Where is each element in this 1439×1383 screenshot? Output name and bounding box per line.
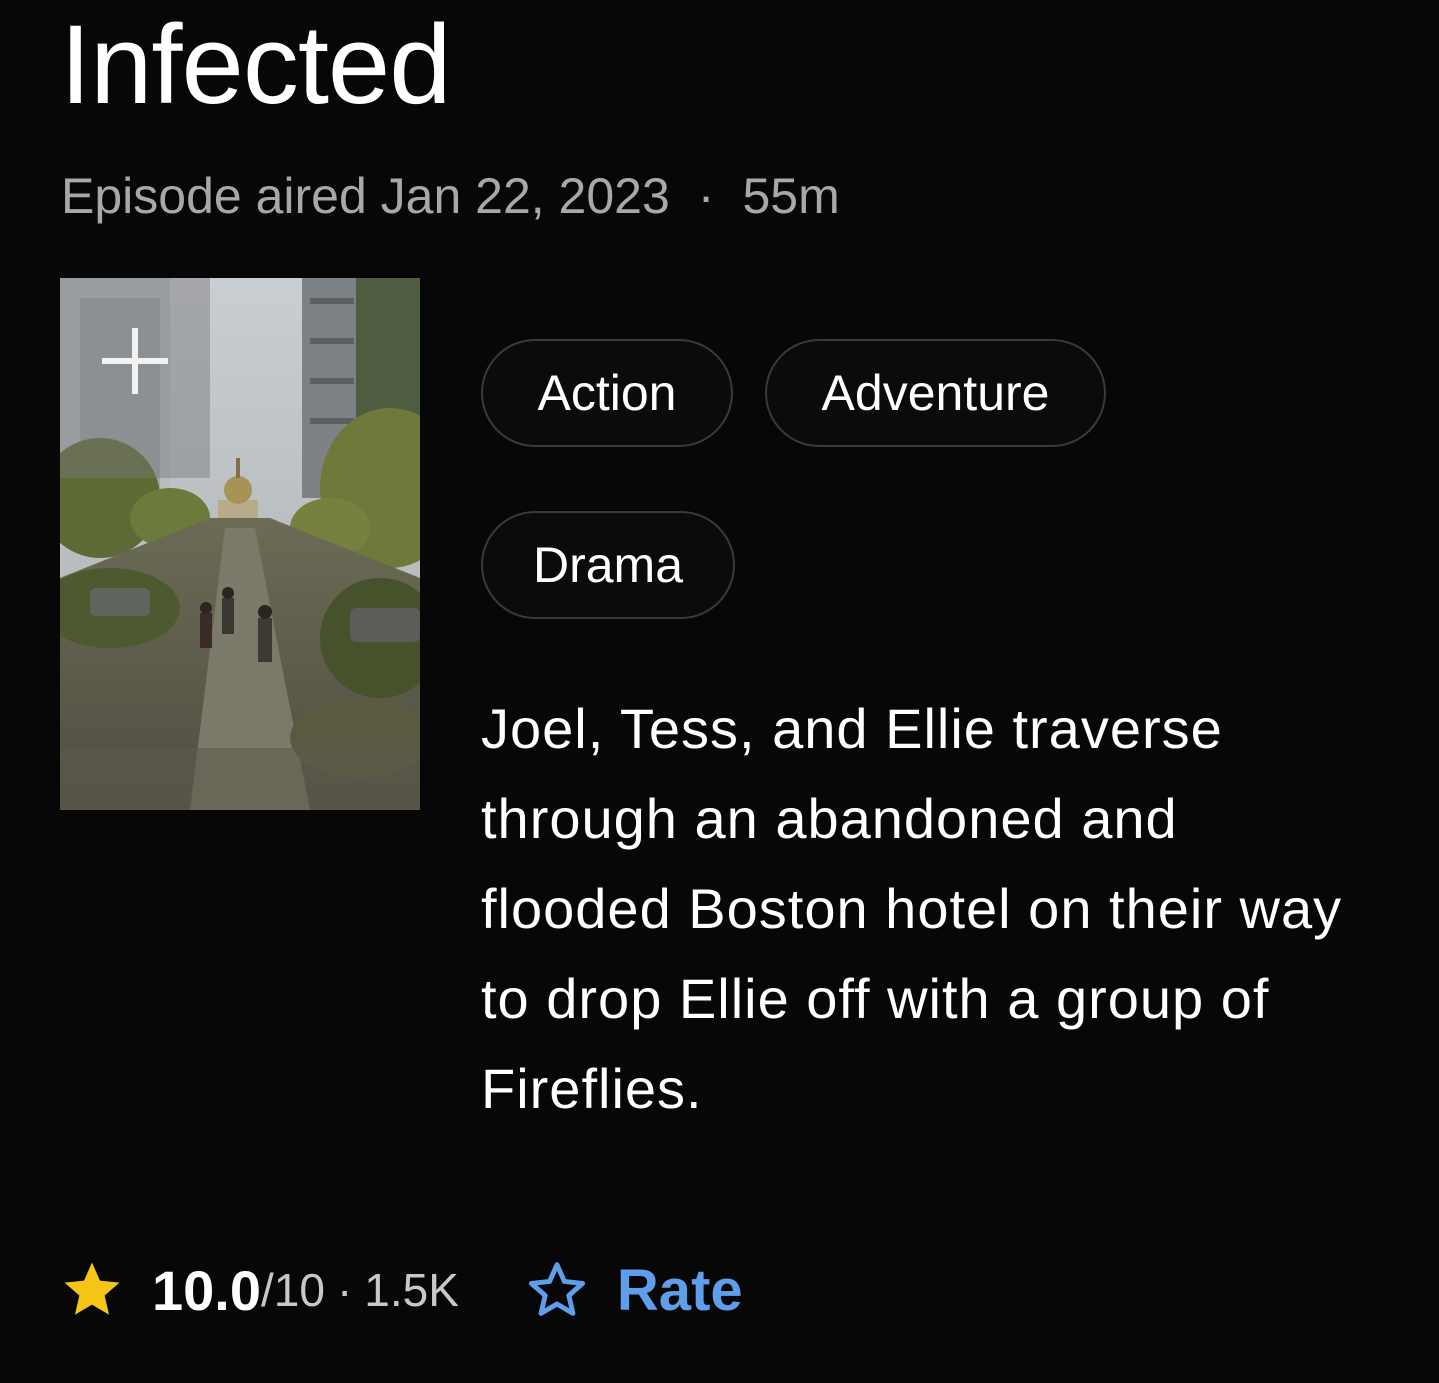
genre-chip-action[interactable]: Action (481, 339, 733, 447)
plus-icon[interactable] (100, 326, 170, 396)
genre-chip-drama[interactable]: Drama (481, 511, 735, 619)
outline-star-icon (528, 1262, 585, 1316)
rating-separator: · (336, 1264, 353, 1316)
meta-separator: · (697, 168, 715, 224)
aired-date: Episode aired Jan 22, 2023 (61, 168, 670, 224)
rating-count: 1.5K (364, 1264, 459, 1316)
plot-summary: Joel, Tess, and Ellie traverse through a… (481, 697, 1343, 1120)
runtime: 55m (742, 168, 840, 224)
rating-max: /10 (261, 1264, 325, 1316)
rating-value: 10.0 (152, 1258, 261, 1322)
star-icon (64, 1262, 120, 1315)
episode-title: Infected (60, 2, 452, 127)
genre-chip-adventure[interactable]: Adventure (765, 339, 1106, 447)
episode-meta: Episode aired Jan 22, 2023 · 55m (61, 166, 840, 226)
rating-row: 10.0/10 · 1.5K Rate (58, 1248, 743, 1332)
rate-label: Rate (616, 1257, 743, 1323)
rate-button[interactable]: Rate (523, 1257, 743, 1324)
